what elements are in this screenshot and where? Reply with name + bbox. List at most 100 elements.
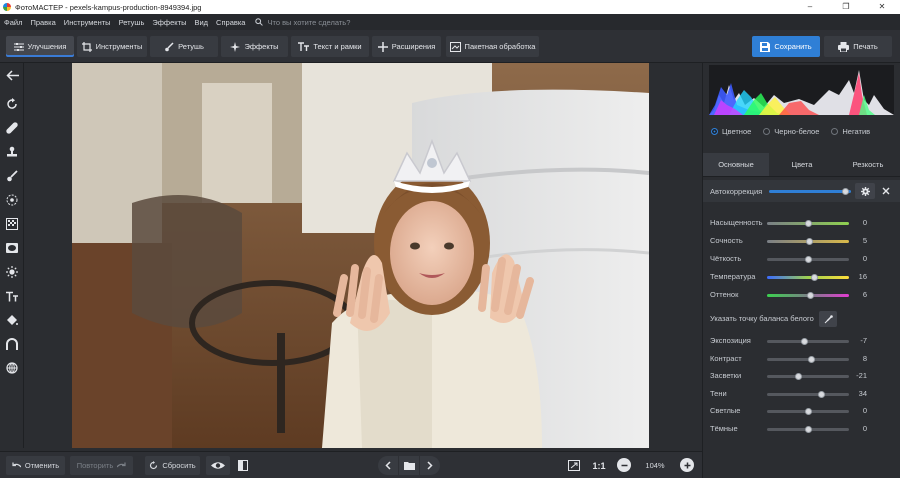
adjustments-panel: Цветное Черно-белое Негатив Основные Цве… bbox=[702, 63, 900, 478]
autocorrection-row: Автокоррекция bbox=[703, 180, 900, 202]
zoom-out-button[interactable] bbox=[617, 458, 631, 472]
menu-help[interactable]: Справка bbox=[212, 18, 249, 27]
stamp-icon[interactable] bbox=[4, 144, 20, 160]
brush-tool-icon[interactable] bbox=[4, 168, 20, 184]
slider-value: 16 bbox=[858, 272, 867, 281]
photo-canvas[interactable] bbox=[24, 63, 702, 448]
slider-track[interactable] bbox=[767, 392, 849, 396]
mode-color-radio[interactable]: Цветное bbox=[711, 127, 751, 136]
autocorrection-settings-button[interactable] bbox=[855, 183, 875, 199]
folder-icon bbox=[403, 462, 415, 470]
tab-tools-label: Инструменты bbox=[95, 42, 143, 51]
slider-value: 5 bbox=[862, 236, 867, 245]
minimize-icon[interactable]: – bbox=[792, 0, 828, 14]
slider-value: 8 bbox=[862, 353, 867, 363]
tab-effects[interactable]: Эффекты bbox=[221, 36, 288, 57]
eyedropper-icon bbox=[824, 314, 833, 323]
tab-enhance[interactable]: Улучшения bbox=[6, 36, 74, 57]
globe-icon[interactable] bbox=[4, 360, 20, 376]
tab-extensions[interactable]: Расширения bbox=[372, 36, 441, 57]
vignette-icon[interactable] bbox=[4, 240, 20, 256]
bandage-icon[interactable] bbox=[4, 120, 20, 136]
slider-value: 6 bbox=[862, 290, 867, 299]
menu-edit[interactable]: Правка bbox=[26, 18, 59, 27]
radio-icon bbox=[831, 128, 839, 135]
slider-knob[interactable] bbox=[804, 408, 812, 415]
tab-text-frames[interactable]: Текст и рамки bbox=[291, 36, 369, 57]
text-tool-icon[interactable] bbox=[4, 288, 20, 304]
mode-bw-radio[interactable]: Черно-белое bbox=[763, 127, 819, 136]
tab-basic[interactable]: Основные bbox=[703, 153, 769, 176]
batch-processing-label: Пакетная обработка bbox=[464, 42, 536, 51]
preview-eye-button[interactable] bbox=[206, 456, 230, 475]
bottom-bar: Отменить Повторить Сбросить 1:1 104% bbox=[0, 451, 702, 478]
save-button[interactable]: Сохранить bbox=[752, 36, 820, 57]
autocorrection-reset-button[interactable] bbox=[876, 183, 896, 199]
title-bar: ФотоМАСТЕР - pexels-kampus-production-89… bbox=[0, 0, 900, 14]
menu-search[interactable]: Что вы хотите сделать? bbox=[255, 18, 350, 27]
menu-tools[interactable]: Инструменты bbox=[60, 18, 115, 27]
slider-knob[interactable] bbox=[801, 338, 809, 345]
gear-icon bbox=[860, 186, 870, 196]
slider-knob[interactable] bbox=[804, 425, 812, 433]
autocorrection-slider-knob[interactable] bbox=[841, 188, 849, 195]
tab-colors[interactable]: Цвета bbox=[769, 153, 835, 176]
slider-label: Оттенок bbox=[710, 290, 739, 299]
back-arrow-icon[interactable] bbox=[4, 67, 20, 83]
menu-view[interactable]: Вид bbox=[190, 18, 212, 27]
open-folder-button[interactable] bbox=[399, 456, 419, 475]
prev-photo-button[interactable] bbox=[378, 456, 398, 475]
tab-effects-label: Эффекты bbox=[244, 42, 279, 51]
main-toolbar: Улучшения Инструменты Ретушь Эффекты Тек… bbox=[0, 30, 900, 63]
compare-button[interactable] bbox=[234, 456, 252, 475]
actual-size-button[interactable]: 1:1 bbox=[589, 456, 609, 475]
paint-bucket-icon[interactable] bbox=[4, 312, 20, 328]
slider-label: Засветки bbox=[710, 371, 742, 380]
radial-filter-icon[interactable] bbox=[4, 192, 20, 208]
tab-sharpness[interactable]: Резкость bbox=[835, 153, 900, 176]
save-label: Сохранить bbox=[774, 42, 812, 51]
print-button[interactable]: Печать bbox=[824, 36, 892, 57]
menu-retouch[interactable]: Ретушь bbox=[115, 18, 149, 27]
close-window-icon[interactable]: ✕ bbox=[864, 0, 900, 14]
next-photo-button[interactable] bbox=[420, 456, 440, 475]
slider-knob[interactable] bbox=[806, 292, 814, 299]
batch-processing-button[interactable]: Пакетная обработка bbox=[446, 36, 539, 57]
reset-button[interactable]: Сбросить bbox=[145, 456, 200, 475]
print-label: Печать bbox=[853, 42, 878, 51]
slider-knob[interactable] bbox=[818, 390, 826, 398]
panel-tabs: Основные Цвета Резкость bbox=[703, 153, 900, 177]
slider-knob[interactable] bbox=[795, 373, 803, 380]
curves-icon[interactable] bbox=[4, 336, 20, 352]
menu-effects[interactable]: Эффекты bbox=[148, 18, 190, 27]
histogram bbox=[709, 65, 894, 115]
light-icon[interactable] bbox=[4, 264, 20, 280]
slider-knob[interactable] bbox=[807, 355, 815, 363]
slider-label: Температура bbox=[710, 272, 756, 281]
autocorrection-slider[interactable] bbox=[769, 190, 851, 193]
eyedropper-button[interactable] bbox=[819, 311, 837, 327]
mode-negative-label: Негатив bbox=[842, 127, 871, 136]
maximize-icon[interactable]: ❐ bbox=[828, 0, 864, 14]
fit-screen-button[interactable] bbox=[565, 456, 583, 475]
tab-retouch[interactable]: Ретушь bbox=[150, 36, 218, 57]
undo-button[interactable]: Отменить bbox=[6, 456, 65, 475]
slider-knob[interactable] bbox=[804, 220, 812, 227]
slider-knob[interactable] bbox=[804, 256, 812, 263]
minus-icon bbox=[621, 464, 627, 466]
tab-tools[interactable]: Инструменты bbox=[77, 36, 147, 57]
mode-negative-radio[interactable]: Негатив bbox=[831, 127, 870, 136]
redo-button[interactable]: Повторить bbox=[70, 456, 133, 475]
menu-file[interactable]: Файл bbox=[0, 18, 26, 27]
slider-knob[interactable] bbox=[806, 238, 814, 245]
white-balance-label: Указать точку баланса белого bbox=[710, 314, 814, 323]
slider-knob[interactable] bbox=[811, 274, 819, 281]
rotate-icon[interactable] bbox=[4, 96, 20, 112]
gradient-filter-icon[interactable] bbox=[4, 216, 20, 232]
slider-track[interactable] bbox=[767, 276, 849, 279]
close-icon bbox=[882, 187, 890, 195]
slider-track[interactable] bbox=[767, 375, 849, 378]
printer-icon bbox=[838, 41, 850, 52]
slider-row: Сочность 5 bbox=[703, 233, 900, 249]
zoom-in-button[interactable] bbox=[680, 458, 694, 472]
